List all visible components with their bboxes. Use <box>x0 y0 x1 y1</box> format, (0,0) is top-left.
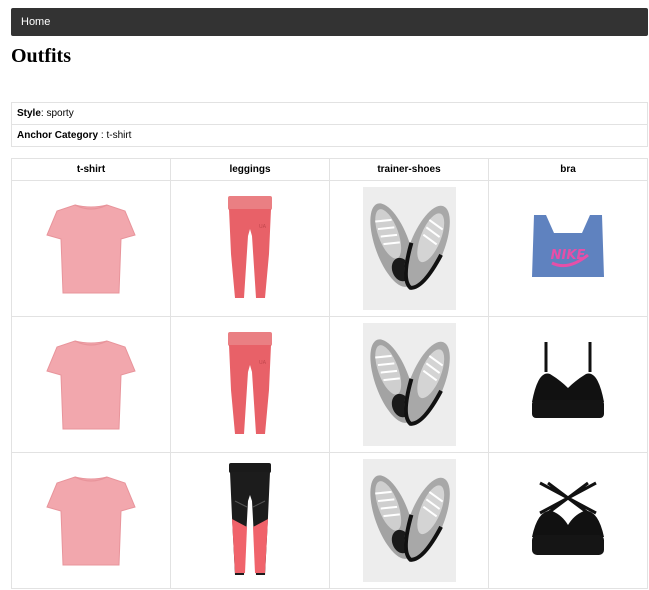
blue-nike-sports-bra-image <box>528 209 608 289</box>
grey-trainer-shoes-image <box>363 323 456 446</box>
style-cell: Style: sporty <box>11 102 648 125</box>
table-cell <box>170 452 330 589</box>
table-cell <box>11 180 171 317</box>
table-cell <box>329 180 489 317</box>
coral-leggings-image <box>225 194 275 304</box>
table-cell <box>488 316 648 453</box>
anchor-category-label: Anchor Category <box>17 129 99 141</box>
anchor-category-cell: Anchor Category : t-shirt <box>11 124 648 147</box>
table-cell <box>170 316 330 453</box>
table-cell <box>329 316 489 453</box>
table-cell <box>329 452 489 589</box>
pink-tshirt-image <box>45 199 137 299</box>
column-header-tshirt: t-shirt <box>11 158 171 181</box>
top-navbar: Home <box>11 8 648 36</box>
table-row <box>11 180 648 317</box>
table-header-row: t-shirt leggings trainer-shoes bra <box>11 158 648 181</box>
style-row: Style: sporty <box>11 102 648 125</box>
pink-tshirt-image <box>45 335 137 435</box>
outfits-table: t-shirt leggings trainer-shoes bra <box>11 158 648 589</box>
column-header-leggings: leggings <box>170 158 330 181</box>
black-coral-leggings-image <box>225 461 275 581</box>
table-row <box>11 316 648 453</box>
anchor-category-row: Anchor Category : t-shirt <box>11 124 648 147</box>
outfit-info-table: Style: sporty Anchor Category : t-shirt <box>11 102 648 147</box>
table-cell <box>11 316 171 453</box>
style-value: : sporty <box>40 107 74 119</box>
page-title: Outfits <box>11 45 71 67</box>
table-cell <box>488 452 648 589</box>
pink-tshirt-image <box>45 471 137 571</box>
column-header-bra: bra <box>488 158 648 181</box>
nav-home-link[interactable]: Home <box>21 15 50 29</box>
black-strappy-sports-bra-image <box>526 479 610 563</box>
table-row <box>11 452 648 589</box>
anchor-category-value: : t-shirt <box>98 129 132 141</box>
table-cell <box>11 452 171 589</box>
column-header-trainer-shoes: trainer-shoes <box>329 158 489 181</box>
table-cell <box>488 180 648 317</box>
coral-leggings-image <box>225 330 275 440</box>
grey-trainer-shoes-image <box>363 187 456 310</box>
black-sports-bra-image <box>526 340 610 430</box>
grey-trainer-shoes-image <box>363 459 456 582</box>
style-label: Style <box>17 107 41 119</box>
table-cell <box>170 180 330 317</box>
